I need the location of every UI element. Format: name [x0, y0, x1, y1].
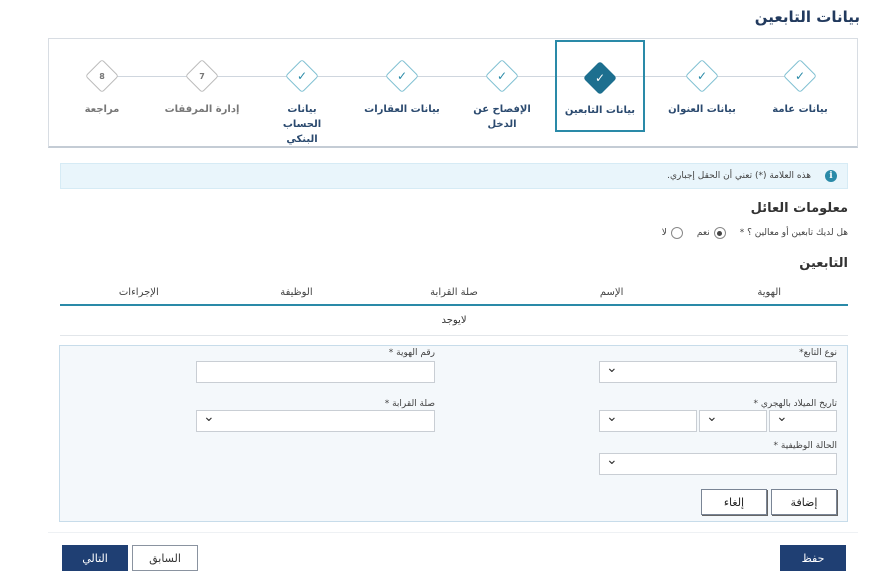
dependents-table: الهوية الإسم صلة القرابة الوظيفة الإجراء… [60, 280, 848, 336]
step-bank-account[interactable]: ✓ بيانات الحساب البنكي [257, 39, 347, 149]
cancel-button[interactable]: إلغاء [701, 489, 767, 515]
page-title: بيانات التابعين [754, 8, 860, 26]
col-job: الوظيفة [280, 286, 313, 298]
step-address[interactable]: ✓ بيانات العنوان [657, 39, 747, 149]
col-actions: الإجراءات [118, 286, 159, 298]
hijri-birth-label: تاريخ الميلاد بالهجري * [753, 399, 838, 409]
col-name: الإسم [599, 286, 624, 298]
check-icon: ✓ [685, 59, 719, 93]
required-info-bar: i هذه العلامة (*) تعني أن الحقل إجباري. [60, 163, 848, 189]
col-id: الهوية [757, 286, 782, 298]
wizard-stepper: ✓ بيانات عامة ✓ بيانات العنوان ✓ بيانات … [48, 38, 858, 148]
radio-yes[interactable]: نعم [697, 227, 726, 239]
job-status-label: الحالة الوظيفية * [773, 441, 837, 451]
next-button[interactable]: التالي [62, 545, 128, 571]
step-review[interactable]: 8 مراجعة [57, 39, 147, 149]
dependents-title: التابعين [799, 256, 848, 271]
step-number-icon: 8 [85, 59, 119, 93]
dep-type-select[interactable] [599, 360, 837, 383]
dependents-question: هل لديك تابعين أو معالين ؟ * نعم لا [662, 227, 848, 239]
family-section-title: معلومات العائل [750, 201, 848, 216]
step-general[interactable]: ✓ بيانات عامة [755, 39, 845, 149]
info-icon: i [825, 170, 837, 182]
check-icon: ✓ [385, 59, 419, 93]
dep-type-label: نوع التابع* [799, 348, 837, 358]
check-icon: ✓ [485, 59, 519, 93]
table-header: الهوية الإسم صلة القرابة الوظيفة الإجراء… [60, 280, 848, 306]
check-icon: ✓ [285, 59, 319, 93]
table-empty-row: لايوجد [60, 306, 848, 336]
previous-button[interactable]: السابق [132, 545, 198, 571]
col-relation: صلة القرابة [430, 286, 478, 298]
info-text: هذه العلامة (*) تعني أن الحقل إجباري. [667, 171, 811, 181]
check-icon: ✓ [583, 61, 617, 95]
radio-no[interactable]: لا [662, 227, 683, 239]
step-number-icon: 7 [185, 59, 219, 93]
step-income[interactable]: ✓ الإفصاح عن الدخل [457, 39, 547, 149]
step-real-estate[interactable]: ✓ بيانات العقارات [357, 39, 447, 149]
step-dependents[interactable]: ✓ بيانات التابعين [555, 40, 645, 132]
step-attachments[interactable]: 7 إدارة المرفقات [157, 39, 247, 149]
add-button[interactable]: إضافة [771, 489, 837, 515]
id-number-label: رقم الهوية * [388, 348, 435, 358]
check-icon: ✓ [783, 59, 817, 93]
relation-label: صلة القرابة * [384, 399, 435, 409]
radio-yes-circle[interactable] [713, 227, 726, 239]
bottom-divider [48, 532, 858, 533]
question-label: هل لديك تابعين أو معالين ؟ * [739, 228, 848, 238]
hijri-month-select[interactable] [699, 409, 767, 432]
radio-no-circle[interactable] [670, 227, 683, 239]
relation-select[interactable] [196, 409, 435, 432]
add-dependent-form: نوع التابع* رقم الهوية * تاريخ الميلاد ب… [59, 345, 848, 522]
id-number-input[interactable] [196, 361, 435, 383]
job-status-select[interactable] [599, 452, 837, 475]
hijri-day-select[interactable] [769, 409, 837, 432]
save-button[interactable]: حفظ [780, 545, 846, 571]
hijri-year-select[interactable] [599, 409, 697, 432]
